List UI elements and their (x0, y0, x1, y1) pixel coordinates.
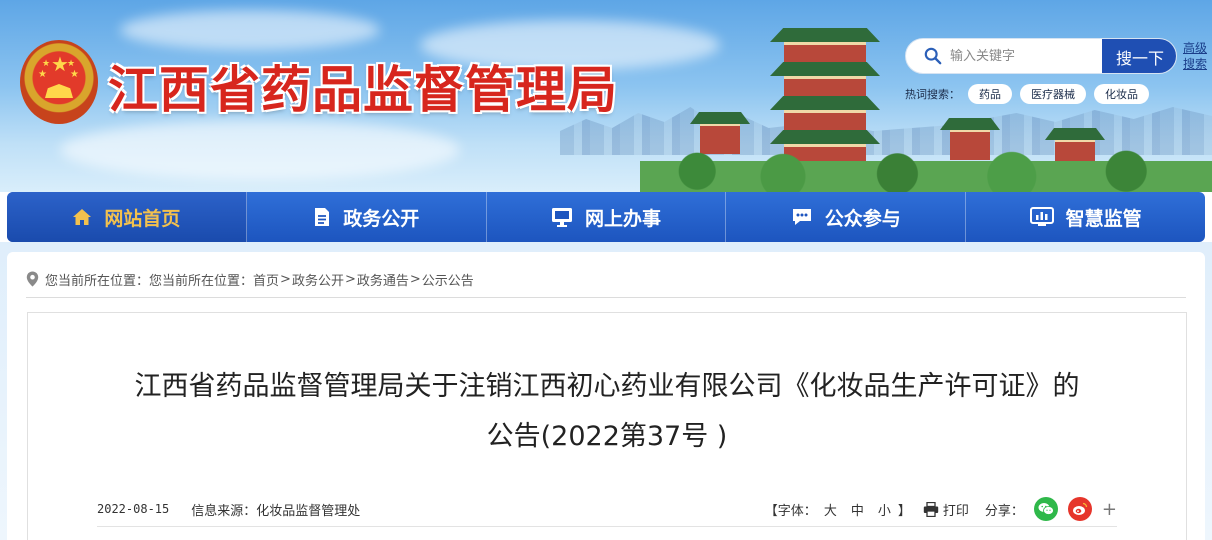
breadcrumb-divider (26, 297, 1186, 298)
print-button[interactable]: 打印 (923, 500, 969, 519)
weibo-icon (1072, 502, 1088, 515)
search-button[interactable]: 搜一下 (1102, 39, 1176, 73)
breadcrumb-government-affairs[interactable]: 政务公开 (292, 270, 344, 289)
nav-item-label: 网站首页 (104, 207, 181, 230)
article-title: 江西省药品监督管理局关于注销江西初心药业有限公司《化妆品生产许可证》的 公告(2… (27, 362, 1187, 462)
breadcrumb-separator: > (344, 271, 356, 287)
advanced-search-link[interactable]: 高级搜索 (1183, 40, 1207, 72)
more-share-button[interactable]: + (1102, 499, 1117, 520)
search-icon (924, 47, 942, 65)
breadcrumb: 您当前所在位置：您当前所在位置： 首页 > 政务公开 > 政务通告 > 公示公告 (26, 268, 474, 290)
search-input[interactable] (950, 39, 1100, 73)
nav-item-government-affairs[interactable]: 政务公开 (247, 192, 487, 242)
nav-item-label: 网上办事 (584, 207, 661, 230)
article-meta: 2022-08-15 信息来源：化妆品监督管理处 【字体： 大 中 小 】 打印… (97, 496, 1117, 522)
font-size-large[interactable]: 大 (824, 500, 837, 519)
breadcrumb-separator: > (280, 271, 291, 287)
publish-date: 2022-08-15 (97, 502, 170, 516)
breadcrumb-announcements[interactable]: 公示公告 (422, 270, 474, 289)
meta-divider (97, 526, 1117, 527)
dashboard-icon (1029, 207, 1054, 226)
nav-item-label: 政务公开 (343, 207, 420, 230)
article-tools: 【字体： 大 中 小 】 打印 分享： + (765, 497, 1117, 521)
cloud-decoration (60, 120, 460, 180)
hot-tag-drugs[interactable]: 药品 (968, 84, 1012, 104)
font-size-small[interactable]: 小 (878, 500, 891, 519)
nav-item-smart-supervision[interactable]: 智慧监管 (966, 192, 1205, 242)
hot-tag-cosmetics[interactable]: 化妆品 (1094, 84, 1149, 104)
breadcrumb-separator: > (409, 271, 421, 287)
article-title-line-1: 江西省药品监督管理局关于注销江西初心药业有限公司《化妆品生产许可证》的 (134, 371, 1080, 402)
nav-item-online-services[interactable]: 网上办事 (487, 192, 727, 242)
print-label: 打印 (942, 503, 969, 519)
location-pin-icon (26, 271, 39, 287)
nav-item-home[interactable]: 网站首页 (7, 192, 247, 242)
share-label: 分享： (984, 503, 1024, 519)
info-source: 信息来源：化妆品监督管理处 (191, 503, 361, 519)
font-size-label: 【字体： (764, 503, 817, 519)
site-title: 江西省药品监督管理局 (108, 60, 618, 119)
monitor-icon (551, 208, 572, 227)
breadcrumb-notices[interactable]: 政务通告 (357, 270, 409, 289)
font-size-close: 】 (897, 503, 911, 519)
wechat-share-button[interactable] (1033, 497, 1058, 521)
font-size-medium[interactable]: 中 (851, 500, 864, 519)
header-banner: ★ ★ ★ ★ ★ 江西省药品监督管理局 搜一下 高级搜索 热词搜索： 药品 医… (0, 0, 1212, 192)
home-icon (73, 209, 92, 225)
nav-item-label: 公众参与 (824, 207, 901, 230)
wechat-icon (1038, 503, 1054, 515)
nav-item-public-participation[interactable]: 公众参与 (726, 192, 967, 242)
breadcrumb-home[interactable]: 首页 (253, 270, 279, 289)
article-title-line-2: 公告(2022第37号 ) (486, 421, 728, 452)
main-nav: 网站首页 政务公开 网上办事 公众参与 智慧监管 (7, 192, 1205, 242)
hot-search: 热词搜索： 药品 医疗器械 化妆品 (905, 84, 1149, 104)
breadcrumb-prefix: 您当前所在位置：您当前所在位置： (45, 273, 254, 289)
national-emblem-icon: ★ ★ ★ ★ ★ (20, 40, 98, 124)
hot-search-label: 热词搜索： (905, 88, 960, 101)
printer-icon (923, 501, 939, 517)
weibo-share-button[interactable] (1067, 497, 1092, 521)
search-box: 搜一下 (905, 38, 1177, 74)
hot-tag-medical-devices[interactable]: 医疗器械 (1020, 84, 1086, 104)
trees-decoration (640, 140, 1212, 192)
chat-icon (792, 209, 811, 225)
document-icon (315, 208, 330, 226)
nav-item-label: 智慧监管 (1065, 207, 1142, 230)
cloud-decoration (120, 10, 380, 50)
